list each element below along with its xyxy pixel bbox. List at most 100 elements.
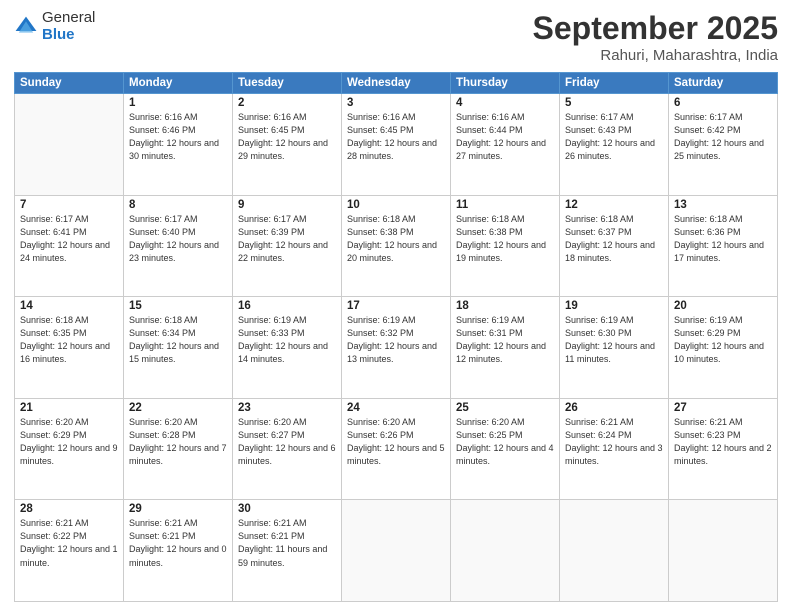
cell-w3-d7: 20 Sunrise: 6:19 AM Sunset: 6:29 PM Dayli…: [669, 297, 778, 399]
cell-w3-d5: 18 Sunrise: 6:19 AM Sunset: 6:31 PM Dayli…: [451, 297, 560, 399]
day-num-26: 26: [565, 402, 663, 414]
day-info-1: Sunrise: 6:16 AM Sunset: 6:46 PM Dayligh…: [129, 111, 227, 163]
day-info-29: Sunrise: 6:21 AM Sunset: 6:21 PM Dayligh…: [129, 517, 227, 569]
cell-w2-d5: 11 Sunrise: 6:18 AM Sunset: 6:38 PM Dayli…: [451, 195, 560, 297]
cell-w3-d1: 14 Sunrise: 6:18 AM Sunset: 6:35 PM Dayli…: [15, 297, 124, 399]
day-num-10: 10: [347, 199, 445, 211]
day-num-18: 18: [456, 300, 554, 312]
day-info-7: Sunrise: 6:17 AM Sunset: 6:41 PM Dayligh…: [20, 213, 118, 265]
cell-w1-d2: 1 Sunrise: 6:16 AM Sunset: 6:46 PM Daylig…: [124, 94, 233, 196]
cell-w3-d2: 15 Sunrise: 6:18 AM Sunset: 6:34 PM Dayli…: [124, 297, 233, 399]
cell-w3-d3: 16Sunrise: 6:19 AM Sunset: 6:33 PM Dayli…: [233, 297, 342, 399]
header-monday: Monday: [124, 73, 233, 94]
cell-w1-d7: 6 Sunrise: 6:17 AM Sunset: 6:42 PM Daylig…: [669, 94, 778, 196]
day-num-14: 14: [20, 300, 118, 312]
cell-w5-d7: [669, 500, 778, 602]
cell-w4-d5: 25Sunrise: 6:20 AM Sunset: 6:25 PM Dayli…: [451, 398, 560, 500]
cell-w1-d3: 2 Sunrise: 6:16 AM Sunset: 6:45 PM Daylig…: [233, 94, 342, 196]
day-info-18: Sunrise: 6:19 AM Sunset: 6:31 PM Dayligh…: [456, 314, 554, 366]
day-info-28: Sunrise: 6:21 AM Sunset: 6:22 PM Dayligh…: [20, 517, 118, 569]
cell-w4-d4: 24 Sunrise: 6:20 AM Sunset: 6:26 PM Dayli…: [342, 398, 451, 500]
day-num-5: 5: [565, 97, 663, 109]
day-num-8: 8: [129, 199, 227, 211]
day-info-21: Sunrise: 6:20 AM Sunset: 6:29 PM Dayligh…: [20, 416, 118, 468]
day-num-12: 12: [565, 199, 663, 211]
cell-w4-d7: 27 Sunrise: 6:21 AM Sunset: 6:23 PM Dayli…: [669, 398, 778, 500]
cell-w5-d6: [560, 500, 669, 602]
header-saturday: Saturday: [669, 73, 778, 94]
day-info-13: Sunrise: 6:18 AM Sunset: 6:36 PM Dayligh…: [674, 213, 772, 265]
cell-w5-d1: 28 Sunrise: 6:21 AM Sunset: 6:22 PM Dayli…: [15, 500, 124, 602]
day-num-15: 15: [129, 300, 227, 312]
day-info-8: Sunrise: 6:17 AM Sunset: 6:40 PM Dayligh…: [129, 213, 227, 265]
day-num-24: 24: [347, 402, 445, 414]
day-num-27: 27: [674, 402, 772, 414]
header-thursday: Thursday: [451, 73, 560, 94]
cell-w2-d7: 13 Sunrise: 6:18 AM Sunset: 6:36 PM Dayli…: [669, 195, 778, 297]
week-row-2: 7 Sunrise: 6:17 AM Sunset: 6:41 PM Daylig…: [15, 195, 778, 297]
day-num-28: 28: [20, 503, 118, 515]
logo-text: General Blue: [42, 10, 95, 43]
cell-w2-d1: 7 Sunrise: 6:17 AM Sunset: 6:41 PM Daylig…: [15, 195, 124, 297]
month-title: September 2025: [533, 10, 778, 47]
day-info-20: Sunrise: 6:19 AM Sunset: 6:29 PM Dayligh…: [674, 314, 772, 366]
day-info-14: Sunrise: 6:18 AM Sunset: 6:35 PM Dayligh…: [20, 314, 118, 366]
cell-w4-d6: 26Sunrise: 6:21 AM Sunset: 6:24 PM Dayli…: [560, 398, 669, 500]
header-friday: Friday: [560, 73, 669, 94]
day-num-2: 2: [238, 97, 336, 109]
day-info-11: Sunrise: 6:18 AM Sunset: 6:38 PM Dayligh…: [456, 213, 554, 265]
cell-w4-d1: 21 Sunrise: 6:20 AM Sunset: 6:29 PM Dayli…: [15, 398, 124, 500]
logo-blue-text: Blue: [42, 27, 95, 44]
cell-w5-d5: [451, 500, 560, 602]
day-num-20: 20: [674, 300, 772, 312]
day-num-7: 7: [20, 199, 118, 211]
day-info-5: Sunrise: 6:17 AM Sunset: 6:43 PM Dayligh…: [565, 111, 663, 163]
logo-general-text: General: [42, 10, 95, 27]
calendar-table: Sunday Monday Tuesday Wednesday Thursday…: [14, 72, 778, 602]
day-num-6: 6: [674, 97, 772, 109]
day-info-9: Sunrise: 6:17 AM Sunset: 6:39 PM Dayligh…: [238, 213, 336, 265]
day-info-22: Sunrise: 6:20 AM Sunset: 6:28 PM Dayligh…: [129, 416, 227, 468]
day-num-21: 21: [20, 402, 118, 414]
week-row-4: 21 Sunrise: 6:20 AM Sunset: 6:29 PM Dayli…: [15, 398, 778, 500]
cell-w5-d2: 29 Sunrise: 6:21 AM Sunset: 6:21 PM Dayli…: [124, 500, 233, 602]
cell-w1-d1: [15, 94, 124, 196]
week-row-3: 14 Sunrise: 6:18 AM Sunset: 6:35 PM Dayli…: [15, 297, 778, 399]
day-num-29: 29: [129, 503, 227, 515]
day-num-30: 30: [238, 503, 336, 515]
day-num-13: 13: [674, 199, 772, 211]
day-num-4: 4: [456, 97, 554, 109]
day-info-3: Sunrise: 6:16 AM Sunset: 6:45 PM Dayligh…: [347, 111, 445, 163]
day-info-6: Sunrise: 6:17 AM Sunset: 6:42 PM Dayligh…: [674, 111, 772, 163]
title-block: September 2025 Rahuri, Maharashtra, Indi…: [533, 10, 778, 64]
cell-w5-d4: [342, 500, 451, 602]
day-num-1: 1: [129, 97, 227, 109]
day-info-19: Sunrise: 6:19 AM Sunset: 6:30 PM Dayligh…: [565, 314, 663, 366]
cell-w2-d3: 9 Sunrise: 6:17 AM Sunset: 6:39 PM Daylig…: [233, 195, 342, 297]
day-info-17: Sunrise: 6:19 AM Sunset: 6:32 PM Dayligh…: [347, 314, 445, 366]
cell-w5-d3: 30 Sunrise: 6:21 AM Sunset: 6:21 PM Dayli…: [233, 500, 342, 602]
week-row-1: 1 Sunrise: 6:16 AM Sunset: 6:46 PM Daylig…: [15, 94, 778, 196]
day-info-23: Sunrise: 6:20 AM Sunset: 6:27 PM Dayligh…: [238, 416, 336, 468]
day-num-9: 9: [238, 199, 336, 211]
week-row-5: 28 Sunrise: 6:21 AM Sunset: 6:22 PM Dayli…: [15, 500, 778, 602]
day-info-15: Sunrise: 6:18 AM Sunset: 6:34 PM Dayligh…: [129, 314, 227, 366]
day-num-11: 11: [456, 199, 554, 211]
cell-w3-d6: 19Sunrise: 6:19 AM Sunset: 6:30 PM Dayli…: [560, 297, 669, 399]
header-tuesday: Tuesday: [233, 73, 342, 94]
weekday-header-row: Sunday Monday Tuesday Wednesday Thursday…: [15, 73, 778, 94]
header: General Blue September 2025 Rahuri, Maha…: [14, 10, 778, 64]
cell-w4-d3: 23 Sunrise: 6:20 AM Sunset: 6:27 PM Dayli…: [233, 398, 342, 500]
day-info-24: Sunrise: 6:20 AM Sunset: 6:26 PM Dayligh…: [347, 416, 445, 468]
page: General Blue September 2025 Rahuri, Maha…: [0, 0, 792, 612]
day-num-23: 23: [238, 402, 336, 414]
day-num-3: 3: [347, 97, 445, 109]
cell-w1-d6: 5 Sunrise: 6:17 AM Sunset: 6:43 PM Daylig…: [560, 94, 669, 196]
day-info-27: Sunrise: 6:21 AM Sunset: 6:23 PM Dayligh…: [674, 416, 772, 468]
day-info-30: Sunrise: 6:21 AM Sunset: 6:21 PM Dayligh…: [238, 517, 336, 569]
day-info-12: Sunrise: 6:18 AM Sunset: 6:37 PM Dayligh…: [565, 213, 663, 265]
day-info-2: Sunrise: 6:16 AM Sunset: 6:45 PM Dayligh…: [238, 111, 336, 163]
day-num-22: 22: [129, 402, 227, 414]
cell-w2-d6: 12 Sunrise: 6:18 AM Sunset: 6:37 PM Dayli…: [560, 195, 669, 297]
day-num-17: 17: [347, 300, 445, 312]
